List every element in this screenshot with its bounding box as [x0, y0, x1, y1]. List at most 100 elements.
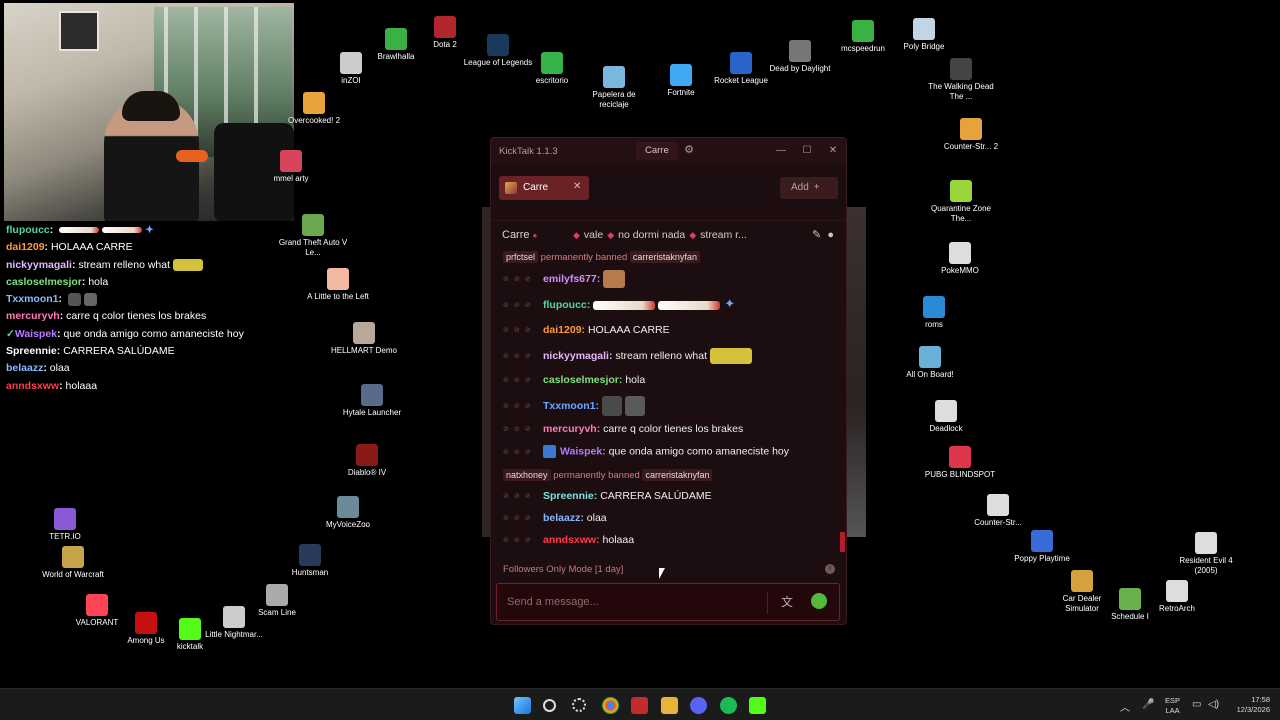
mod-actions-icon[interactable]: ⊘⊘⊘	[503, 536, 543, 544]
desktop-icon[interactable]: MyVoiceZoo	[312, 496, 384, 530]
desktop-icon[interactable]: RetroArch	[1141, 580, 1213, 614]
desktop-icon[interactable]: roms	[898, 296, 970, 330]
desktop-icon[interactable]: All On Board!	[894, 346, 966, 380]
webcam-poster	[59, 11, 99, 51]
titlebar-channel-tab[interactable]: Carre	[636, 142, 678, 160]
chat-message[interactable]: ⊘⊘⊘ Waispek: que onda amigo como amanecis…	[503, 445, 833, 458]
chat-text: stream relleno what	[615, 349, 707, 362]
chrome-icon[interactable]	[602, 697, 619, 714]
chat-message[interactable]: ⊘⊘⊘ mercuryvh: carre q color tienes los b…	[503, 423, 833, 435]
mod-actions-icon[interactable]: ⊘⊘⊘	[503, 376, 543, 384]
kicktalk-titlebar[interactable]: KickTalk 1.1.3 Carre ⚙ — ☐ ✕	[491, 138, 846, 164]
pin-icon[interactable]: ✎	[812, 229, 821, 241]
app-icon	[670, 64, 692, 86]
folder-icon[interactable]	[661, 697, 678, 714]
desktop-icon-label: Resident Evil 4 (2005)	[1179, 556, 1233, 575]
start-icon[interactable]	[514, 697, 531, 714]
overlay-chat-line: nickyymagali: stream relleno what	[6, 257, 296, 274]
desktop-icon[interactable]: Resident Evil 4 (2005)	[1170, 532, 1242, 576]
maximize-icon[interactable]: ☐	[800, 144, 814, 158]
desktop-icon[interactable]: Poly Bridge	[888, 18, 960, 52]
add-channel-button[interactable]: Add +	[780, 177, 838, 199]
user-icon[interactable]: ●	[827, 229, 834, 241]
desktop-icon[interactable]: TETR.IO	[29, 508, 101, 542]
app-icon	[487, 34, 509, 56]
desktop-icon[interactable]: Grand Theft Auto V Le...	[277, 214, 349, 258]
desktop-icon-label: TETR.IO	[49, 532, 81, 541]
close-tab-icon[interactable]: ✕	[573, 181, 581, 192]
app-icon	[385, 28, 407, 50]
overlay-username: Waispek	[14, 327, 58, 340]
mod-actions-icon[interactable]: ⊘⊘⊘	[503, 514, 543, 522]
desktop-icon[interactable]: HELLMART Demo	[328, 322, 400, 356]
chat-username: dai1209:	[543, 324, 586, 336]
mod-actions-icon[interactable]: ⊘⊘⊘	[503, 448, 543, 456]
app-icon[interactable]	[631, 697, 648, 714]
desktop-icon[interactable]: World of Warcraft	[37, 546, 109, 580]
emote-picker-icon[interactable]	[811, 593, 827, 609]
mod-actions-icon[interactable]: ⊘⊘⊘	[503, 425, 543, 433]
network-icon[interactable]: ▭	[1192, 699, 1201, 710]
discord-icon[interactable]	[690, 697, 707, 714]
chat-message[interactable]: ⊘⊘⊘ emilyfs677:	[503, 270, 833, 288]
mod-actions-icon[interactable]: ⊘⊘⊘	[503, 352, 543, 360]
app-icon	[949, 446, 971, 468]
close-icon[interactable]: ✕	[826, 144, 840, 158]
desktop-icon[interactable]: PokeMMO	[924, 242, 996, 276]
desktop-icon[interactable]: Hytale Launcher	[336, 384, 408, 418]
chat-message[interactable]: ⊘⊘⊘ anndsxww: holaaa	[503, 534, 833, 546]
chat-messages[interactable]: prfctsel permanently banned carreristakn…	[491, 250, 841, 552]
overlay-username: flupoucc	[6, 224, 50, 236]
chat-message[interactable]: ⊘⊘⊘ belaazz: olaa	[503, 512, 833, 524]
chat-message[interactable]: ⊘⊘⊘ Txxmoon1:	[503, 396, 833, 416]
desktop-icon[interactable]: Counter-Str... 2	[935, 118, 1007, 152]
desktop-icon[interactable]: PUBG BLINDSPOT	[924, 446, 996, 480]
channel-name[interactable]: Carre ●	[502, 229, 537, 241]
desktop-icon[interactable]: Poppy Playtime	[1006, 530, 1078, 564]
desktop-icon[interactable]: Papelera de reciclaje	[578, 66, 650, 110]
translate-icon[interactable]: 文	[781, 593, 793, 610]
spotify-icon[interactable]	[720, 697, 737, 714]
mod-actions-icon[interactable]: ⊘⊘⊘	[503, 492, 543, 500]
chevron-up-icon[interactable]: ︿	[1120, 699, 1130, 714]
chat-message[interactable]: ⊘⊘⊘ Spreennie: CARRERA SALÚDAME	[503, 490, 833, 502]
chat-message[interactable]: ⊘⊘⊘ dai1209: HOLAAA CARRE	[503, 324, 833, 336]
mod-actions-icon[interactable]: ⊘⊘⊘	[503, 275, 543, 283]
emote	[67, 292, 81, 306]
desktop-icon[interactable]: Counter-Str...	[962, 494, 1034, 528]
desktop-icon[interactable]: VALORANT	[61, 594, 133, 628]
channel-tab-carre[interactable]: Carre ✕	[499, 176, 589, 200]
volume-icon[interactable]: ◁)	[1208, 699, 1219, 710]
mod-actions-icon[interactable]: ⊘⊘⊘	[503, 326, 543, 334]
desktop-icon[interactable]: Deadlock	[910, 400, 982, 434]
microphone-icon[interactable]: 🎤	[1142, 699, 1154, 710]
desktop-icon[interactable]: A Little to the Left	[302, 268, 374, 302]
gear-icon[interactable]: ⚙	[681, 143, 697, 159]
joint-emote	[59, 227, 100, 234]
chat-message[interactable]: ⊘⊘⊘ casloselmesjor: hola	[503, 374, 833, 386]
desktop-icon[interactable]: Dead by Daylight	[764, 40, 836, 74]
desktop-icon[interactable]: Huntsman	[274, 544, 346, 578]
desktop-icon[interactable]: Quarantine Zone The...	[925, 180, 997, 224]
chat-message[interactable]: ⊘⊘⊘ flupoucc: ✦	[503, 296, 833, 312]
clock[interactable]: 17:58 12/3/2026	[1222, 695, 1270, 715]
desktop-icon-label: PUBG BLINDSPOT	[924, 470, 996, 479]
mod-actions-icon[interactable]: ⊘⊘⊘	[503, 301, 543, 309]
info-icon[interactable]: i	[825, 564, 835, 574]
desktop-icon[interactable]: Diablo® IV	[331, 444, 403, 478]
overlay-message: CARRERA SALÚDAME	[63, 345, 175, 358]
kicktalk-taskbar-icon[interactable]	[749, 697, 766, 714]
search-icon[interactable]	[543, 699, 556, 712]
desktop-icon[interactable]: Overcooked! 2	[278, 92, 350, 126]
ban-text: permanently banned	[540, 252, 628, 263]
chat-input[interactable]	[507, 593, 747, 611]
chat-message[interactable]: ⊘⊘⊘ nickyymagali: stream relleno what	[503, 348, 833, 364]
language-indicator[interactable]: ESP LAA	[1165, 696, 1180, 716]
chat-scrollbar[interactable]	[840, 532, 845, 552]
minimize-icon[interactable]: —	[774, 144, 788, 158]
desktop-icon[interactable]: The Walking Dead The ...	[925, 58, 997, 102]
copilot-icon[interactable]	[572, 698, 586, 712]
desktop-icon[interactable]: inZOI	[315, 52, 387, 86]
desktop-icon[interactable]: mmel arty	[255, 150, 327, 184]
mod-actions-icon[interactable]: ⊘⊘⊘	[503, 402, 543, 410]
